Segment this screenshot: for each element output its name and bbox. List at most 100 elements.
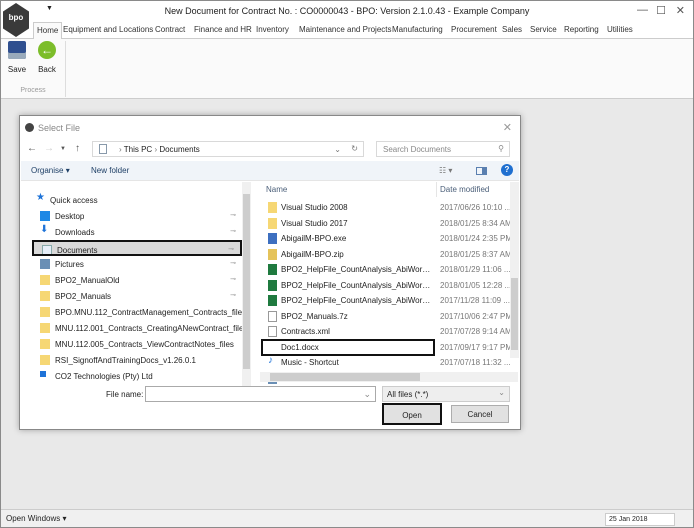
tab-home[interactable]: Home — [33, 22, 63, 40]
column-divider — [436, 182, 437, 197]
file-row[interactable]: Contracts.xml 2017/07/28 9:14 AM — [260, 324, 510, 339]
recent-locations-icon[interactable]: ▼ — [60, 146, 66, 152]
nav-item-downloads[interactable]: ⬇ Downloads ⊸ — [32, 224, 242, 240]
pin-icon[interactable]: ⊸ — [230, 275, 236, 283]
open-windows-menu[interactable]: Open Windows ▾ — [6, 514, 67, 523]
dialog-close-button[interactable]: ✕ — [503, 121, 512, 134]
date-field[interactable]: 25 Jan 2018 — [605, 513, 675, 526]
excel-icon — [268, 264, 277, 275]
nav-item-label: Downloads — [55, 228, 95, 237]
search-placeholder: Search Documents — [383, 145, 452, 154]
breadcrumb-this-pc[interactable]: This PC — [124, 145, 152, 154]
desktop-icon — [40, 211, 50, 221]
file-row[interactable]: Visual Studio 2017 2018/01/25 8:34 AM — [260, 216, 510, 231]
file-name: Visual Studio 2017 — [281, 218, 348, 228]
nav-item-label: Desktop — [55, 212, 85, 221]
file-type-select[interactable]: All files (*.*) ⌄ — [382, 386, 510, 402]
cancel-button[interactable]: Cancel — [451, 405, 509, 423]
pc-icon — [99, 144, 107, 154]
app-window: New Document for Contract No. : CO000004… — [0, 0, 694, 528]
nav-item-label: Pictures — [55, 260, 84, 269]
tab-utilities[interactable]: Utilities — [607, 25, 633, 34]
column-header-date-modified[interactable]: Date modified — [440, 185, 489, 194]
file-date: 2018/01/25 8:37 AM — [440, 249, 510, 259]
pin-icon[interactable]: ⊸ — [230, 259, 236, 267]
nav-item-bpo2-manualold[interactable]: BPO2_ManualOld ⊸ — [32, 272, 242, 288]
breadcrumb-documents[interactable]: Documents — [159, 145, 199, 154]
nav-item-co2-technologies-pty-ltd[interactable]: CO2 Technologies (Pty) Ltd — [32, 368, 242, 384]
tab-procurement[interactable]: Procurement — [451, 25, 497, 34]
pin-icon[interactable]: ⊸ — [228, 245, 234, 253]
search-icon: ⚲ — [498, 144, 504, 153]
nav-item-quick-access[interactable]: ★ Quick access — [32, 192, 242, 208]
address-dropdown-icon[interactable]: ⌄ — [334, 145, 341, 154]
file-row[interactable]: Doc1.docx 2017/09/17 9:17 PM — [260, 338, 510, 356]
tab-equipment-and-locations[interactable]: Equipment and Locations — [63, 25, 153, 34]
file-row[interactable]: BPO2_HelpFile_CountAnalysis_AbiWorkl... 2… — [260, 262, 510, 277]
file-row[interactable]: AbigailM-BPO.zip 2018/01/25 8:37 AM — [260, 247, 510, 262]
nav-item-desktop[interactable]: Desktop ⊸ — [32, 208, 242, 224]
nav-item-bpo-mnu-112-contractmanagement-contracts-files[interactable]: BPO.MNU.112_ContractManagement_Contracts… — [32, 304, 242, 320]
dialog-app-icon — [25, 123, 34, 132]
nav-pane-scrollbar[interactable] — [242, 182, 251, 386]
quick-access-dropdown[interactable]: ▼ — [46, 5, 53, 12]
file-date: 2018/01/25 8:34 AM — [440, 218, 510, 228]
new-folder-button[interactable]: New folder — [91, 166, 129, 175]
minimize-button[interactable]: — — [637, 4, 648, 16]
nav-item-pictures[interactable]: Pictures ⊸ — [32, 256, 242, 272]
nav-item-documents[interactable]: Documents ⊸ — [32, 240, 242, 256]
file-row[interactable]: BPO2_Manuals.7z 2017/10/06 2:47 PM — [260, 309, 510, 324]
address-bar[interactable]: › This PC › Documents ⌄ ↻ — [92, 141, 364, 157]
forward-nav-icon[interactable]: → — [44, 143, 54, 154]
file-row[interactable]: Visual Studio 2008 2017/06/26 10:10 ... — [260, 200, 510, 215]
file-row[interactable]: ♪ Music - Shortcut 2017/07/18 11:32 ... — [260, 355, 510, 370]
tab-inventory[interactable]: Inventory — [256, 25, 289, 34]
nav-item-rsi-signoffandtrainingdocs-v1-26-0-1[interactable]: RSI_SignoffAndTrainingDocs_v1.26.0.1 — [32, 352, 242, 368]
pin-icon[interactable]: ⊸ — [230, 227, 236, 235]
preview-pane-icon[interactable] — [476, 167, 487, 175]
tab-contract[interactable]: Contract — [155, 25, 185, 34]
file-list-horizontal-scrollbar[interactable] — [260, 372, 518, 382]
nav-item-mnu-112-001-contracts-creatinganewcontract-files[interactable]: MNU.112.001_Contracts_CreatingANewContra… — [32, 320, 242, 336]
tab-sales[interactable]: Sales — [502, 25, 522, 34]
nav-item-label: Documents — [57, 246, 98, 255]
maximize-button[interactable]: ☐ — [656, 4, 666, 17]
search-input[interactable]: Search Documents ⚲ — [376, 141, 510, 157]
onedrive-icon — [40, 371, 46, 377]
back-button[interactable]: ← Back — [34, 41, 60, 74]
status-bar: Open Windows ▾ 25 Jan 2018 — [1, 509, 693, 527]
download-icon: ⬇ — [40, 224, 49, 235]
save-button[interactable]: Save — [4, 41, 30, 74]
file-row[interactable]: AbigailM-BPO.exe 2018/01/24 2:35 PM — [260, 231, 510, 246]
nav-item-label: BPO.MNU.112_ContractManagement_Contracts… — [55, 308, 242, 317]
refresh-icon[interactable]: ↻ — [351, 144, 358, 153]
close-button[interactable]: ✕ — [676, 4, 685, 17]
organise-button[interactable]: Organise ▾ — [31, 166, 70, 175]
nav-item-bpo2-manuals[interactable]: BPO2_Manuals ⊸ — [32, 288, 242, 304]
chevron-down-icon[interactable]: ⌄ — [363, 389, 371, 400]
column-header-name[interactable]: Name — [266, 185, 287, 194]
open-button[interactable]: Open — [382, 403, 442, 425]
tab-reporting[interactable]: Reporting — [564, 25, 599, 34]
view-options-icon[interactable]: ☷ ▾ — [439, 166, 452, 175]
tab-finance-and-hr[interactable]: Finance and HR — [194, 25, 252, 34]
file-row[interactable]: BPO2_HelpFile_CountAnalysis_AbiWorkl... 2… — [260, 278, 510, 293]
file-name: BPO2_Manuals.7z — [281, 311, 348, 321]
help-icon[interactable]: ? — [501, 164, 513, 176]
file-row[interactable]: BPO2_HelpFile_CountAnalysis_AbiWorkl... 2… — [260, 293, 510, 308]
file-name-input[interactable]: ⌄ — [145, 386, 376, 402]
pin-icon[interactable]: ⊸ — [230, 291, 236, 299]
tab-manufacturing[interactable]: Manufacturing — [392, 25, 443, 34]
file-date: 2018/01/29 11:06 ... — [440, 265, 510, 274]
file-date: 2017/06/26 10:10 ... — [440, 203, 510, 212]
ribbon-group-process: Process — [20, 87, 46, 94]
pin-icon[interactable]: ⊸ — [230, 211, 236, 219]
nav-item-mnu-112-005-contracts-viewcontractnotes-files[interactable]: MNU.112.005_Contracts_ViewContractNotes_… — [32, 336, 242, 352]
back-nav-icon[interactable]: ← — [27, 143, 37, 154]
tab-maintenance-and-projects[interactable]: Maintenance and Projects — [299, 25, 392, 34]
excel-icon — [268, 295, 277, 306]
tab-service[interactable]: Service — [530, 25, 557, 34]
up-nav-icon[interactable]: ↑ — [75, 143, 80, 154]
back-arrow-icon: ← — [38, 41, 56, 59]
file-list-scrollbar[interactable] — [510, 182, 519, 358]
